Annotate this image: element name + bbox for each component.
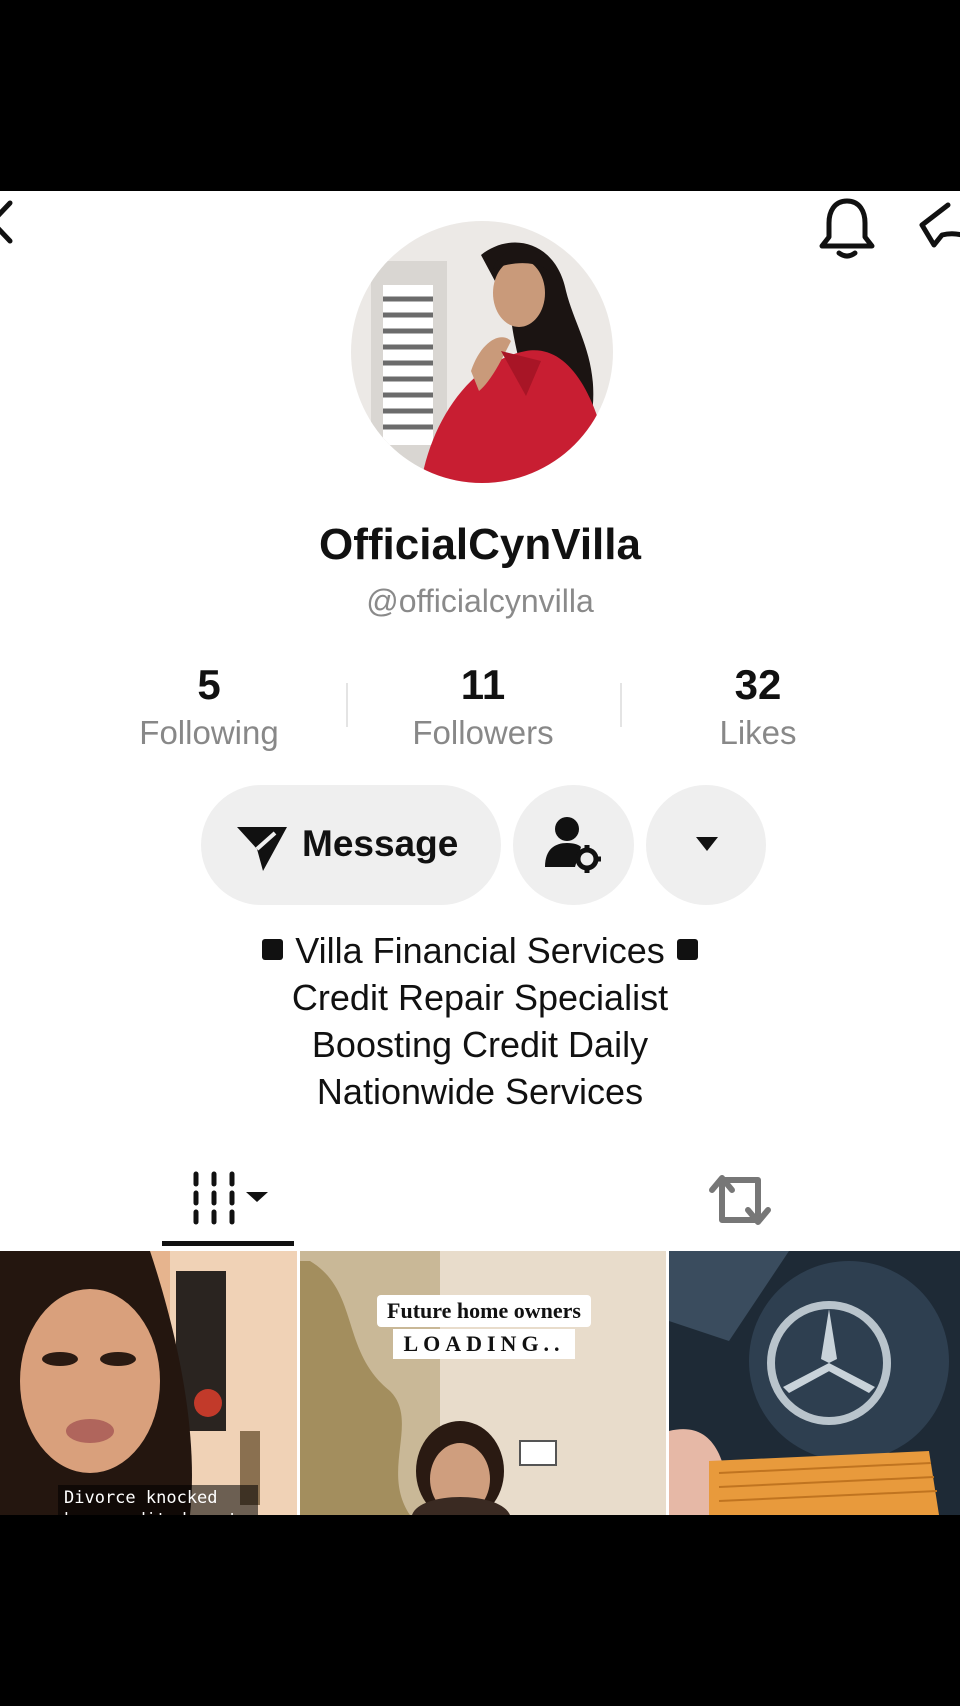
video-caption: Divorce knocked her credit down to the [58, 1485, 258, 1515]
bio-line: Nationwide Services [316, 1071, 644, 1112]
following-count: 5 [197, 661, 221, 708]
avatar[interactable] [351, 221, 613, 483]
avatar-photo [351, 221, 613, 483]
display-name: OfficialCynVilla [319, 520, 641, 569]
repost-icon[interactable] [700, 1160, 780, 1240]
message-button[interactable]: Message [201, 785, 501, 905]
more-options-button[interactable] [646, 785, 766, 905]
stat-divider [346, 683, 348, 727]
bell-icon[interactable] [816, 195, 878, 265]
following-label: Following [139, 714, 279, 751]
stats-row: 5 Following 11 Followers 32 Likes [0, 661, 960, 751]
user-gear-icon [545, 817, 601, 873]
send-icon [237, 827, 287, 871]
stat-following[interactable]: 5 Following [94, 661, 324, 757]
thumbnail-image [669, 1251, 960, 1515]
likes-count: 32 [734, 661, 782, 708]
bio: Villa Financial Services Credit Repair S… [0, 927, 960, 1115]
caption-line: LOADING.. [393, 1329, 575, 1359]
bio-line: Credit Repair Specialist [291, 977, 669, 1018]
video-thumbnail[interactable] [669, 1251, 960, 1515]
message-label: Message [302, 823, 459, 864]
grid-icon [193, 1171, 268, 1225]
followers-label: Followers [412, 714, 554, 751]
content-tabs [0, 1156, 960, 1246]
back-icon[interactable] [0, 197, 16, 247]
thumbnail-image [300, 1251, 666, 1515]
bio-line-text: Villa Financial Services [295, 930, 665, 971]
profile-settings-button[interactable] [513, 785, 634, 905]
bio-line: Villa Financial Services [0, 927, 960, 974]
thumbnail-image [0, 1251, 297, 1515]
stat-likes[interactable]: 32 Likes [643, 661, 873, 757]
active-tab-indicator [162, 1241, 294, 1246]
video-caption: Future home owners LOADING.. [355, 1295, 613, 1359]
username-handle: @officialcynvilla [366, 583, 594, 619]
bio-line: Boosting Credit Daily [311, 1024, 649, 1065]
stat-followers[interactable]: 11 Followers [368, 661, 598, 757]
stat-divider [620, 683, 622, 727]
caret-down-icon [696, 837, 718, 851]
tab-videos[interactable] [162, 1156, 294, 1246]
video-grid: Divorce knocked her credit down to the F… [0, 1251, 960, 1515]
video-thumbnail[interactable]: Future home owners LOADING.. [300, 1251, 666, 1515]
followers-count: 11 [460, 661, 506, 708]
caption-line: Future home owners [377, 1295, 591, 1327]
profile-screen: OfficialCynVilla @officialcynvilla 5 Fol… [0, 191, 960, 1515]
share-icon[interactable] [918, 197, 960, 259]
video-thumbnail[interactable]: Divorce knocked her credit down to the [0, 1251, 297, 1515]
likes-label: Likes [719, 714, 797, 751]
square-icon [262, 939, 284, 960]
square-icon [676, 939, 698, 960]
